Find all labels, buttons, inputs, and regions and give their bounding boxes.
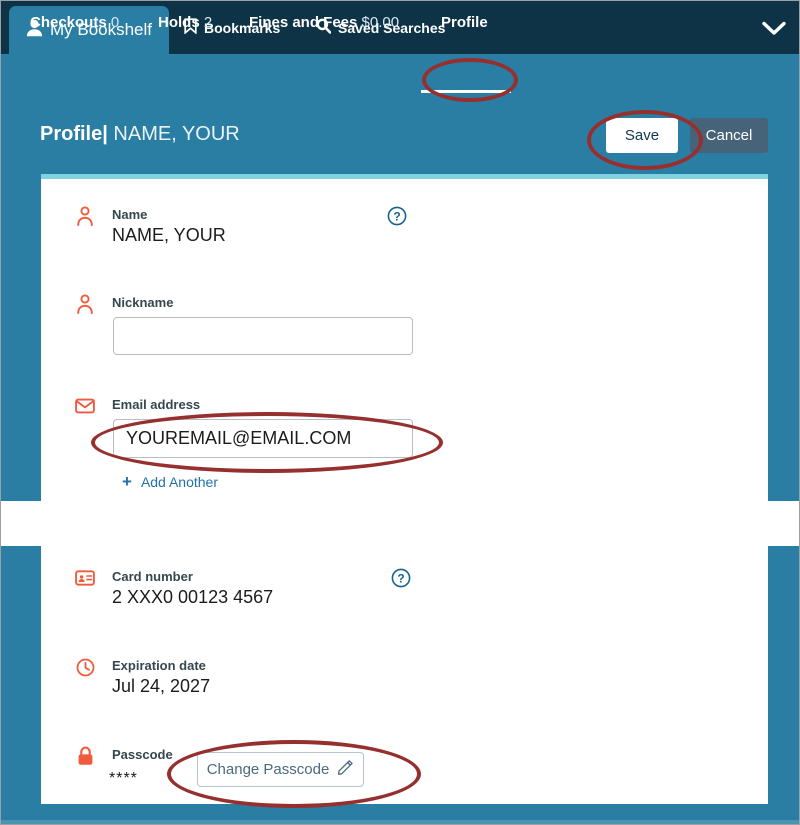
app-window: My Bookshelf Bookmarks Saved Searches Ch… bbox=[0, 0, 800, 825]
clock-icon bbox=[74, 656, 96, 678]
subtab-profile-label: Profile bbox=[441, 14, 488, 31]
card-accent-rule bbox=[41, 174, 768, 179]
field-expiration-date: Expiration date Jul 24, 2027 bbox=[74, 656, 434, 702]
account-sub-navigation bbox=[1, 54, 799, 98]
person-icon bbox=[74, 205, 96, 227]
save-button[interactable]: Save bbox=[606, 118, 678, 153]
chevron-down-icon[interactable] bbox=[761, 15, 787, 41]
field-email-label: Email address bbox=[112, 397, 201, 412]
field-passcode-label: Passcode bbox=[112, 747, 173, 762]
field-card-number-value: 2 XXX0 00123 4567 bbox=[112, 587, 274, 607]
subtab-checkouts-count: 0 bbox=[110, 14, 120, 31]
svg-text:?: ? bbox=[397, 572, 404, 586]
page-background-left bbox=[1, 174, 41, 501]
subtab-fines-and-fees-label: Fines and Fees bbox=[249, 14, 358, 31]
field-card-number: Card number 2 XXX0 00123 4567 bbox=[74, 567, 434, 613]
plus-icon: + bbox=[122, 472, 132, 491]
subtab-fines-and-fees[interactable]: Fines and Fees $0.00 bbox=[249, 14, 399, 31]
subtab-fines-and-fees-amount: $0.00 bbox=[361, 14, 400, 31]
field-nickname: Nickname bbox=[74, 293, 434, 315]
field-expiration-date-label: Expiration date bbox=[112, 658, 206, 673]
change-passcode-label: Change Passcode bbox=[206, 761, 330, 778]
person-icon bbox=[74, 293, 96, 315]
field-name-value: NAME, YOUR bbox=[112, 225, 226, 245]
lock-icon bbox=[74, 745, 96, 767]
id-card-icon bbox=[74, 567, 96, 589]
page-footer-strip bbox=[1, 820, 799, 824]
add-another-email-label: Add Another bbox=[140, 474, 218, 490]
subtab-checkouts-label: Checkouts bbox=[30, 14, 107, 31]
page-title-separator: | bbox=[102, 123, 108, 145]
subtab-holds[interactable]: Holds 2 bbox=[158, 14, 212, 31]
add-another-email-link[interactable]: + Add Another bbox=[122, 472, 218, 492]
field-passcode-value: **** bbox=[109, 770, 138, 787]
page-background-left-lower bbox=[1, 546, 41, 804]
subtab-checkouts[interactable]: Checkouts 0 bbox=[30, 14, 119, 31]
change-passcode-button[interactable]: Change Passcode bbox=[197, 752, 364, 787]
subtab-holds-count: 2 bbox=[203, 14, 213, 31]
page-background-bottom bbox=[1, 804, 799, 820]
subtab-holds-label: Holds bbox=[158, 14, 200, 31]
field-expiration-date-value: Jul 24, 2027 bbox=[112, 676, 211, 696]
subtab-active-underline bbox=[421, 90, 511, 93]
envelope-icon bbox=[74, 395, 96, 417]
field-name-label: Name bbox=[112, 207, 148, 222]
page-background-right-lower bbox=[768, 546, 799, 804]
email-input[interactable] bbox=[113, 419, 413, 458]
nickname-input[interactable] bbox=[113, 317, 413, 355]
help-icon-name[interactable]: ? bbox=[387, 206, 407, 226]
field-card-number-label: Card number bbox=[112, 569, 193, 584]
help-icon-card-number[interactable]: ? bbox=[391, 568, 411, 588]
page-title-text: Profile bbox=[40, 123, 103, 145]
svg-text:?: ? bbox=[393, 210, 400, 224]
pencil-edit-icon bbox=[337, 759, 354, 780]
field-name: Name NAME, YOUR bbox=[74, 205, 434, 251]
page-title: Profile| NAME, YOUR bbox=[40, 123, 240, 146]
page-title-username: NAME, YOUR bbox=[113, 123, 240, 145]
field-nickname-label: Nickname bbox=[112, 295, 174, 310]
top-navigation-bar: My Bookshelf Bookmarks Saved Searches bbox=[1, 1, 799, 54]
cancel-button[interactable]: Cancel bbox=[690, 118, 768, 153]
subtab-profile[interactable]: Profile bbox=[441, 14, 488, 31]
page-background-right bbox=[768, 174, 799, 501]
field-email: Email address bbox=[74, 395, 434, 415]
